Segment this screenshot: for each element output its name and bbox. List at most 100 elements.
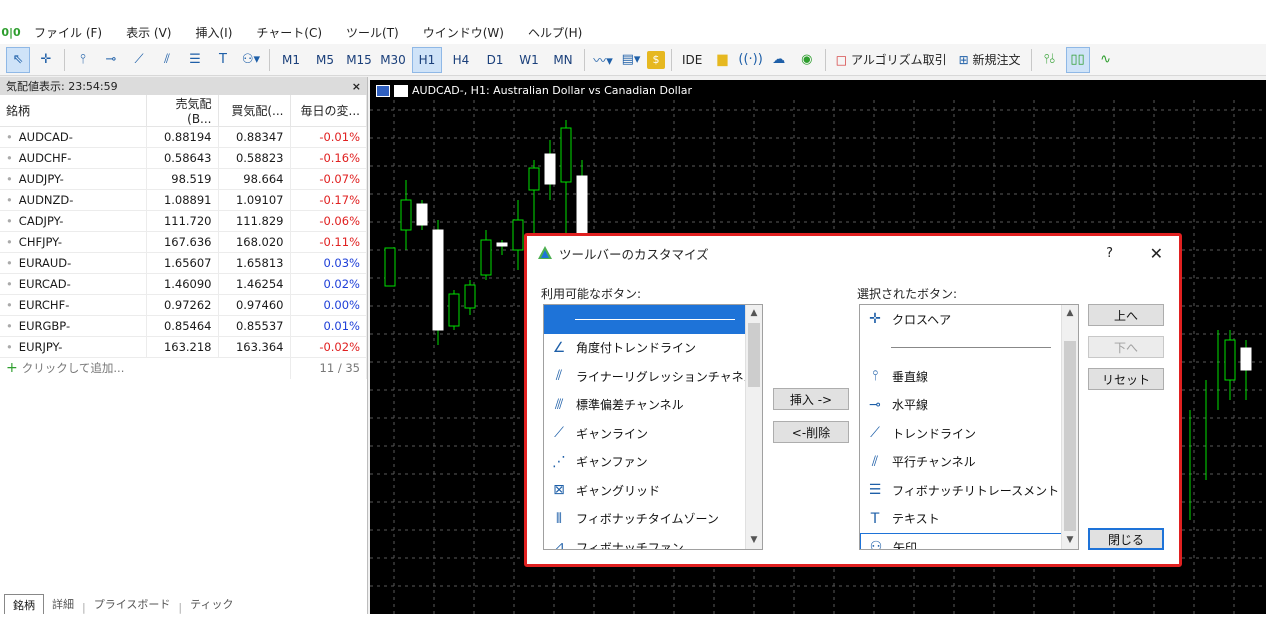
symbol-name: EURCAD- <box>18 277 71 291</box>
column-ask[interactable]: 買気配(... <box>218 95 291 127</box>
list-item[interactable]: ⊿ フィボナッチファン <box>544 533 762 549</box>
table-row[interactable]: • AUDCAD- 0.88194 0.88347 -0.01% <box>0 126 367 148</box>
timeframe-w1-button[interactable]: W1 <box>514 47 544 73</box>
horizontal-line-tool-icon[interactable]: ⊸ <box>99 47 123 73</box>
scroll-up-icon[interactable]: ▲ <box>746 305 762 322</box>
bar-chart-icon[interactable]: ⫯⫰ <box>1038 47 1062 73</box>
column-daily-change[interactable]: 毎日の変... <box>290 95 367 127</box>
list-item[interactable]: ⦀ フィボナッチタイムゾーン <box>544 505 762 534</box>
fibonacci-tool-icon[interactable]: ☰ <box>183 47 207 73</box>
algo-trading-button[interactable]: □ アルゴリズム取引 <box>832 47 951 73</box>
ide-button[interactable]: IDE <box>678 47 706 73</box>
menu-help[interactable]: ヘルプ(H) <box>516 24 594 41</box>
column-bid[interactable]: 売気配(B... <box>146 95 219 127</box>
crosshair-tool-icon[interactable]: ✛ <box>34 47 58 73</box>
table-row[interactable]: • AUDCHF- 0.58643 0.58823 -0.16% <box>0 147 367 169</box>
text-tool-icon[interactable]: T <box>211 47 235 73</box>
reset-button[interactable]: リセット <box>1088 368 1164 390</box>
scroll-down-icon[interactable]: ▼ <box>1062 532 1078 549</box>
delete-button[interactable]: <-削除 <box>773 421 849 443</box>
available-scrollbar[interactable]: ▲ ▼ <box>745 305 762 549</box>
list-item[interactable]: ⋰ ギャンファン <box>544 448 762 477</box>
table-row[interactable]: • EURCAD- 1.46090 1.46254 0.02% <box>0 273 367 295</box>
table-header-row: 銘柄 売気配(B... 買気配(... 毎日の変... <box>0 95 367 127</box>
channel-tool-icon[interactable]: ⫽ <box>155 47 179 73</box>
tab-ticks[interactable]: ティック <box>182 594 241 614</box>
table-row[interactable]: • CHFJPY- 167.636 168.020 -0.11% <box>0 231 367 253</box>
close-button[interactable]: 閉じる <box>1088 528 1164 550</box>
signals-icon[interactable]: ((·)) <box>738 47 762 73</box>
list-item[interactable]: ⟋ トレンドライン <box>860 419 1078 448</box>
scroll-down-icon[interactable]: ▼ <box>746 532 762 549</box>
list-item[interactable]: ☰ フィボナッチリトレースメント <box>860 476 1078 505</box>
move-down-button[interactable]: 下へ <box>1088 336 1164 358</box>
close-icon[interactable]: × <box>352 80 361 93</box>
table-row[interactable]: • EURAUD- 1.65607 1.65813 0.03% <box>0 252 367 274</box>
ask-cell: 0.85537 <box>218 315 291 337</box>
timeframe-m30-button[interactable]: M30 <box>378 47 408 73</box>
tab-symbols[interactable]: 銘柄 <box>4 594 44 614</box>
list-item[interactable]: ⫽ ライナーリグレッションチャネル <box>544 362 762 391</box>
table-row[interactable]: • EURJPY- 163.218 163.364 -0.02% <box>0 336 367 358</box>
menu-tools[interactable]: ツール(T) <box>334 24 411 41</box>
insert-button[interactable]: 挿入 -> <box>773 388 849 410</box>
table-row[interactable]: • EURGBP- 0.85464 0.85537 0.01% <box>0 315 367 337</box>
menu-charts[interactable]: チャート(C) <box>244 24 334 41</box>
list-item[interactable] <box>544 305 762 334</box>
move-up-button[interactable]: 上へ <box>1088 304 1164 326</box>
scroll-thumb[interactable] <box>1064 341 1076 531</box>
list-item[interactable]: ⟋ ギャンライン <box>544 419 762 448</box>
templates-dropdown-icon[interactable]: ▤▾ <box>619 47 643 73</box>
community-icon[interactable]: ◉ <box>795 47 819 73</box>
tab-price-board[interactable]: プライスボード <box>86 594 179 614</box>
scroll-thumb[interactable] <box>748 323 760 387</box>
cursor-tool-icon[interactable]: ⇖ <box>6 46 30 73</box>
add-symbol-row[interactable]: + クリックして追加... 11 / 35 <box>0 357 367 379</box>
timeframe-h4-button[interactable]: H4 <box>446 47 476 73</box>
table-row[interactable]: • AUDJPY- 98.519 98.664 -0.07% <box>0 168 367 190</box>
candlestick-chart-icon[interactable]: ▯▯ <box>1065 46 1090 73</box>
table-row[interactable]: • CADJPY- 111.720 111.829 -0.06% <box>0 210 367 232</box>
menu-insert[interactable]: 挿入(I) <box>183 24 244 41</box>
table-row[interactable]: • AUDNZD- 1.08891 1.09107 -0.17% <box>0 189 367 211</box>
list-item[interactable]: ⫽ 平行チャンネル <box>860 448 1078 477</box>
help-icon[interactable]: ? <box>1106 246 1113 261</box>
tab-details[interactable]: 詳細 <box>44 594 82 614</box>
list-item[interactable]: ⫻ 標準偏差チャンネル <box>544 391 762 420</box>
menu-window[interactable]: ウインドウ(W) <box>411 24 516 41</box>
list-item[interactable]: ∠ 角度付トレンドライン <box>544 334 762 363</box>
list-item[interactable] <box>860 334 1078 363</box>
line-chart-icon[interactable]: ∿ <box>1094 47 1118 73</box>
trendline-tool-icon[interactable]: ⟋ <box>127 47 151 73</box>
timeframe-d1-button[interactable]: D1 <box>480 47 510 73</box>
timeframe-h1-button[interactable]: H1 <box>412 46 442 73</box>
indicators-dropdown-icon[interactable]: 〰▾ <box>591 47 615 73</box>
list-item[interactable]: T テキスト <box>860 505 1078 534</box>
menu-file[interactable]: ファイル (F) <box>22 24 114 41</box>
new-order-button[interactable]: ⊞ 新規注文 <box>955 47 1025 73</box>
close-icon[interactable]: ✕ <box>1150 244 1163 263</box>
list-item[interactable]: ⫯ 垂直線 <box>860 362 1078 391</box>
scroll-up-icon[interactable]: ▲ <box>1062 305 1078 322</box>
add-symbol-cell[interactable]: + クリックして追加... <box>0 357 291 379</box>
list-item[interactable]: ⊠ ギャングリッド <box>544 476 762 505</box>
selected-scrollbar[interactable]: ▲ ▼ <box>1061 305 1078 549</box>
table-row[interactable]: • EURCHF- 0.97262 0.97460 0.00% <box>0 294 367 316</box>
timeframe-m5-button[interactable]: M5 <box>310 47 340 73</box>
timeframe-m1-button[interactable]: M1 <box>276 47 306 73</box>
vertical-line-tool-icon[interactable]: ⫯ <box>71 47 95 73</box>
market-bag-icon[interactable]: ▆ <box>710 47 734 73</box>
vps-cloud-icon[interactable]: ☁ <box>767 47 791 73</box>
timeframe-mn-button[interactable]: MN <box>548 47 578 73</box>
available-buttons-list[interactable]: ∠ 角度付トレンドライン ⫽ ライナーリグレッションチャネル ⫻ 標準偏差チャンネル ⟋ ギャ… <box>543 304 763 550</box>
shapes-dropdown-icon[interactable]: ⚇▾ <box>239 47 263 73</box>
dollar-icon[interactable]: $ <box>647 50 665 69</box>
column-symbol[interactable]: 銘柄 <box>0 95 147 127</box>
list-item[interactable]: ⚇ 矢印 <box>860 533 1078 549</box>
chart-one-click-icon[interactable] <box>394 84 408 97</box>
list-item[interactable]: ✛ クロスヘア <box>860 305 1078 334</box>
list-item[interactable]: ⊸ 水平線 <box>860 391 1078 420</box>
selected-buttons-list[interactable]: ✛ クロスヘア ⫯ 垂直線 ⊸ 水平線 ⟋ トレンドライン ⫽ 平行チャンネル ☰ フィボナッチリトレ… <box>859 304 1079 550</box>
menu-view[interactable]: 表示 (V) <box>114 24 183 41</box>
timeframe-m15-button[interactable]: M15 <box>344 47 374 73</box>
